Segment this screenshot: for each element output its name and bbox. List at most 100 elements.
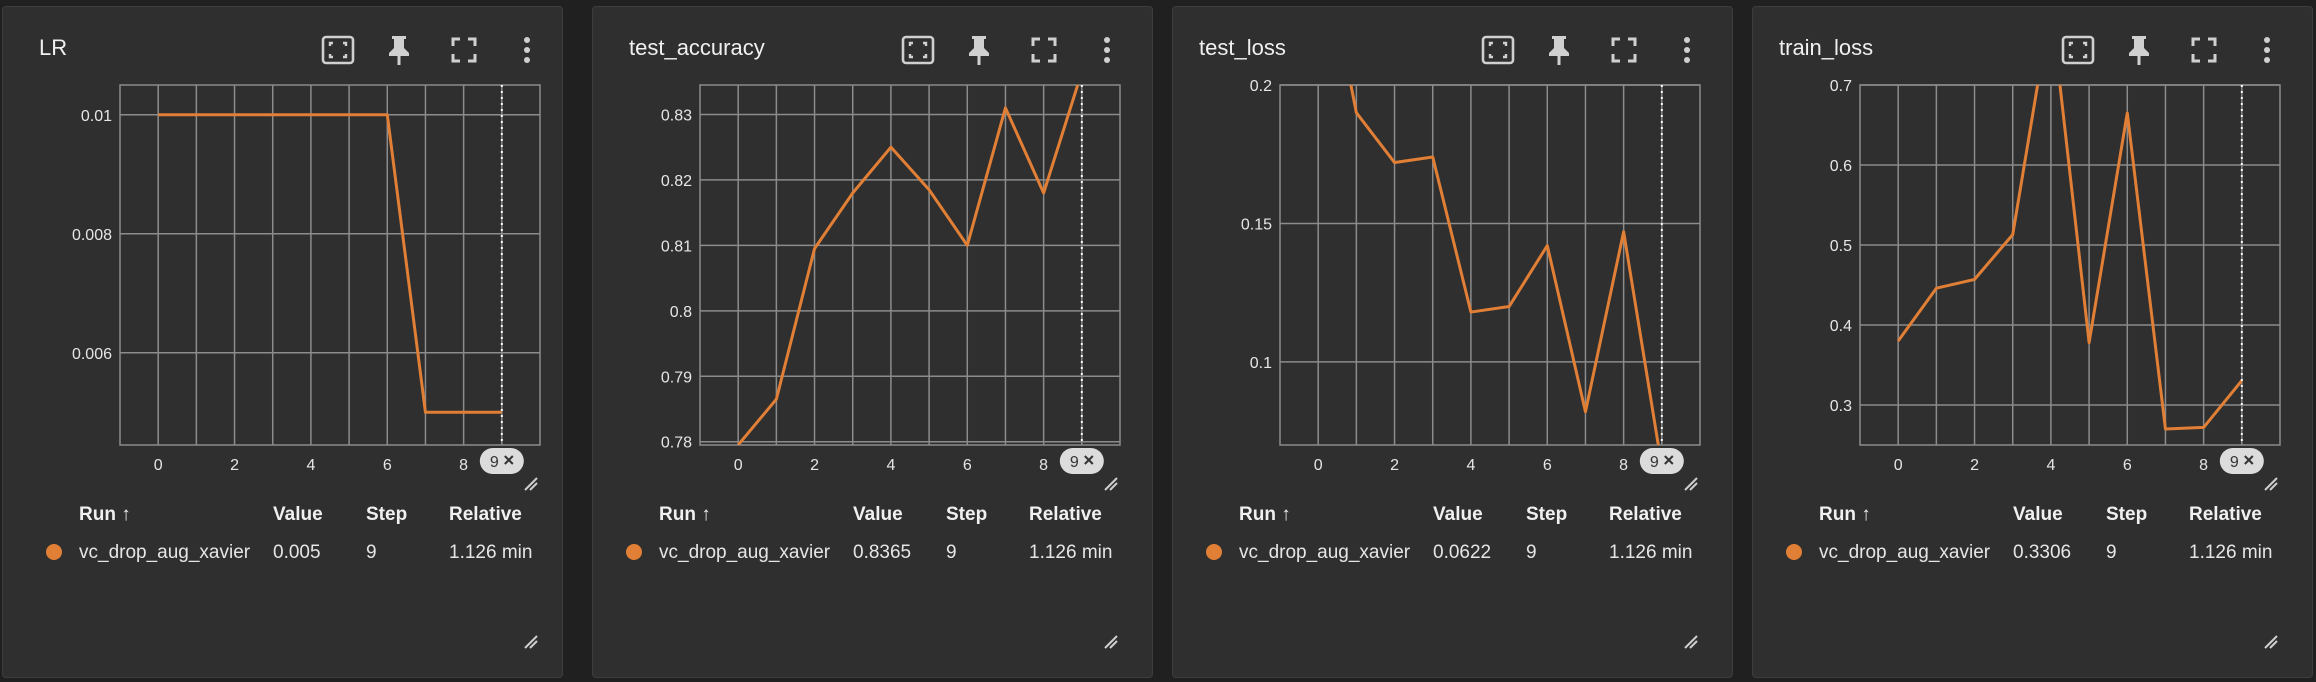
card-resize-icon[interactable] xyxy=(2264,635,2278,649)
step-cursor-badge[interactable] xyxy=(2219,448,2264,474)
series-line xyxy=(737,85,1080,445)
chart-card-test-accuracy: test_accuracy 0 2 4 6 8 0.83 0.82 0.81 0.8 0.79 0.… xyxy=(592,6,1153,678)
x-tick-label: 6 xyxy=(1543,457,1552,474)
run-name: vc_drop_aug_xavier xyxy=(79,542,251,563)
column-header-run[interactable]: Run ↑ xyxy=(1239,504,1291,526)
series-line xyxy=(1349,85,1660,445)
x-tick-label: 2 xyxy=(230,457,239,474)
y-tick-label: 0.83 xyxy=(661,107,692,124)
x-tick-label: 8 xyxy=(2199,457,2208,474)
column-header-relative[interactable]: Relative xyxy=(1609,504,1682,526)
step-cursor-label: 9 xyxy=(2230,454,2239,471)
y-tick-label: 0.01 xyxy=(81,108,112,125)
step-cursor-label: 9 xyxy=(1650,454,1659,471)
plot-area xyxy=(699,84,1121,446)
card-resize-icon[interactable] xyxy=(1104,635,1118,649)
run-color-dot xyxy=(1786,544,1802,560)
column-header-relative[interactable]: Relative xyxy=(449,504,522,526)
y-tick-label: 0.006 xyxy=(72,346,112,363)
run-name: vc_drop_aug_xavier xyxy=(659,542,831,563)
run-color-dot xyxy=(1206,544,1222,560)
run-relative: 1.126 min xyxy=(1029,542,1113,563)
resize-handle-icon[interactable] xyxy=(1684,477,1698,491)
x-tick-label: 6 xyxy=(383,457,392,474)
column-header-step[interactable]: Step xyxy=(366,504,407,526)
column-header-run[interactable]: Run ↑ xyxy=(659,504,711,526)
chart-card-train-loss: train_loss 0 2 4 6 8 0.7 0.6 0.5 0.4 0.3 9 Run ↑ V… xyxy=(1752,6,2313,678)
column-header-run[interactable]: Run ↑ xyxy=(79,504,131,526)
x-tick-label: 0 xyxy=(1894,457,1903,474)
column-header-value[interactable]: Value xyxy=(2013,504,2063,526)
run-relative: 1.126 min xyxy=(449,542,533,563)
run-value: 0.005 xyxy=(273,542,321,563)
run-step: 9 xyxy=(2106,542,2117,563)
run-value: 0.8365 xyxy=(853,542,912,563)
run-step: 9 xyxy=(946,542,957,563)
x-tick-label: 8 xyxy=(459,457,468,474)
column-header-relative[interactable]: Relative xyxy=(1029,504,1102,526)
step-cursor-badge[interactable] xyxy=(1059,448,1104,474)
plot-area xyxy=(1859,84,2281,446)
column-header-step[interactable]: Step xyxy=(2106,504,2147,526)
y-tick-label: 0.81 xyxy=(661,238,692,255)
column-header-relative[interactable]: Relative xyxy=(2189,504,2262,526)
chart-card-lr: LR 0 2 4 6 8 0.01 0.008 0.006 9 Run ↑ Value Step… xyxy=(2,6,563,678)
plot-area xyxy=(1279,84,1701,446)
x-tick-label: 4 xyxy=(2046,457,2055,474)
column-header-step[interactable]: Step xyxy=(946,504,987,526)
plot-area xyxy=(119,84,541,446)
column-header-value[interactable]: Value xyxy=(853,504,903,526)
x-tick-label: 4 xyxy=(306,457,315,474)
column-header-run[interactable]: Run ↑ xyxy=(1819,504,1871,526)
run-color-dot xyxy=(626,544,642,560)
y-tick-label: 0.79 xyxy=(661,369,692,386)
y-tick-label: 0.78 xyxy=(661,435,692,452)
line-chart[interactable]: 0 2 4 6 8 0.83 0.82 0.81 0.8 0.79 0.78 9 xyxy=(593,7,1154,507)
y-tick-label: 0.6 xyxy=(1830,158,1852,175)
resize-handle-icon[interactable] xyxy=(524,477,538,491)
run-value: 0.0622 xyxy=(1433,542,1492,563)
column-header-value[interactable]: Value xyxy=(1433,504,1483,526)
column-header-step[interactable]: Step xyxy=(1526,504,1567,526)
y-tick-label: 0.3 xyxy=(1830,398,1852,415)
line-chart[interactable]: 0 2 4 6 8 0.01 0.008 0.006 9 xyxy=(3,7,564,507)
step-cursor-label: 9 xyxy=(490,454,499,471)
y-tick-label: 0.7 xyxy=(1830,78,1852,95)
card-resize-icon[interactable] xyxy=(524,635,538,649)
run-step: 9 xyxy=(1526,542,1537,563)
y-tick-label: 0.15 xyxy=(1241,216,1272,233)
run-color-dot xyxy=(46,544,62,560)
y-tick-label: 0.2 xyxy=(1250,78,1272,95)
x-tick-label: 6 xyxy=(2123,457,2132,474)
y-tick-label: 0.8 xyxy=(670,304,692,321)
run-step: 9 xyxy=(366,542,377,563)
chart-card-test-loss: test_loss 0 2 4 6 8 0.2 0.15 0.1 9 Run ↑ Value S… xyxy=(1172,6,1733,678)
y-tick-label: 0.4 xyxy=(1830,318,1852,335)
x-tick-label: 0 xyxy=(154,457,163,474)
run-relative: 1.126 min xyxy=(1609,542,1693,563)
run-name: vc_drop_aug_xavier xyxy=(1239,542,1411,563)
line-chart[interactable]: 0 2 4 6 8 0.2 0.15 0.1 9 xyxy=(1173,7,1734,507)
y-tick-label: 0.1 xyxy=(1250,355,1272,372)
x-tick-label: 2 xyxy=(810,457,819,474)
x-tick-label: 4 xyxy=(1466,457,1475,474)
series-line xyxy=(1896,85,2243,431)
y-tick-label: 0.82 xyxy=(661,173,692,190)
step-cursor-badge[interactable] xyxy=(479,448,524,474)
column-header-value[interactable]: Value xyxy=(273,504,323,526)
series-line xyxy=(158,113,502,414)
resize-handle-icon[interactable] xyxy=(1104,477,1118,491)
resize-handle-icon[interactable] xyxy=(2264,477,2278,491)
x-tick-label: 0 xyxy=(1314,457,1323,474)
card-resize-icon[interactable] xyxy=(1684,635,1698,649)
y-tick-label: 0.5 xyxy=(1830,238,1852,255)
x-tick-label: 8 xyxy=(1039,457,1048,474)
line-chart[interactable]: 0 2 4 6 8 0.7 0.6 0.5 0.4 0.3 9 xyxy=(1753,7,2314,507)
step-cursor-badge[interactable] xyxy=(1639,448,1684,474)
x-tick-label: 2 xyxy=(1390,457,1399,474)
step-cursor-label: 9 xyxy=(1070,454,1079,471)
x-tick-label: 4 xyxy=(886,457,895,474)
run-name: vc_drop_aug_xavier xyxy=(1819,542,1991,563)
run-relative: 1.126 min xyxy=(2189,542,2273,563)
x-tick-label: 0 xyxy=(734,457,743,474)
